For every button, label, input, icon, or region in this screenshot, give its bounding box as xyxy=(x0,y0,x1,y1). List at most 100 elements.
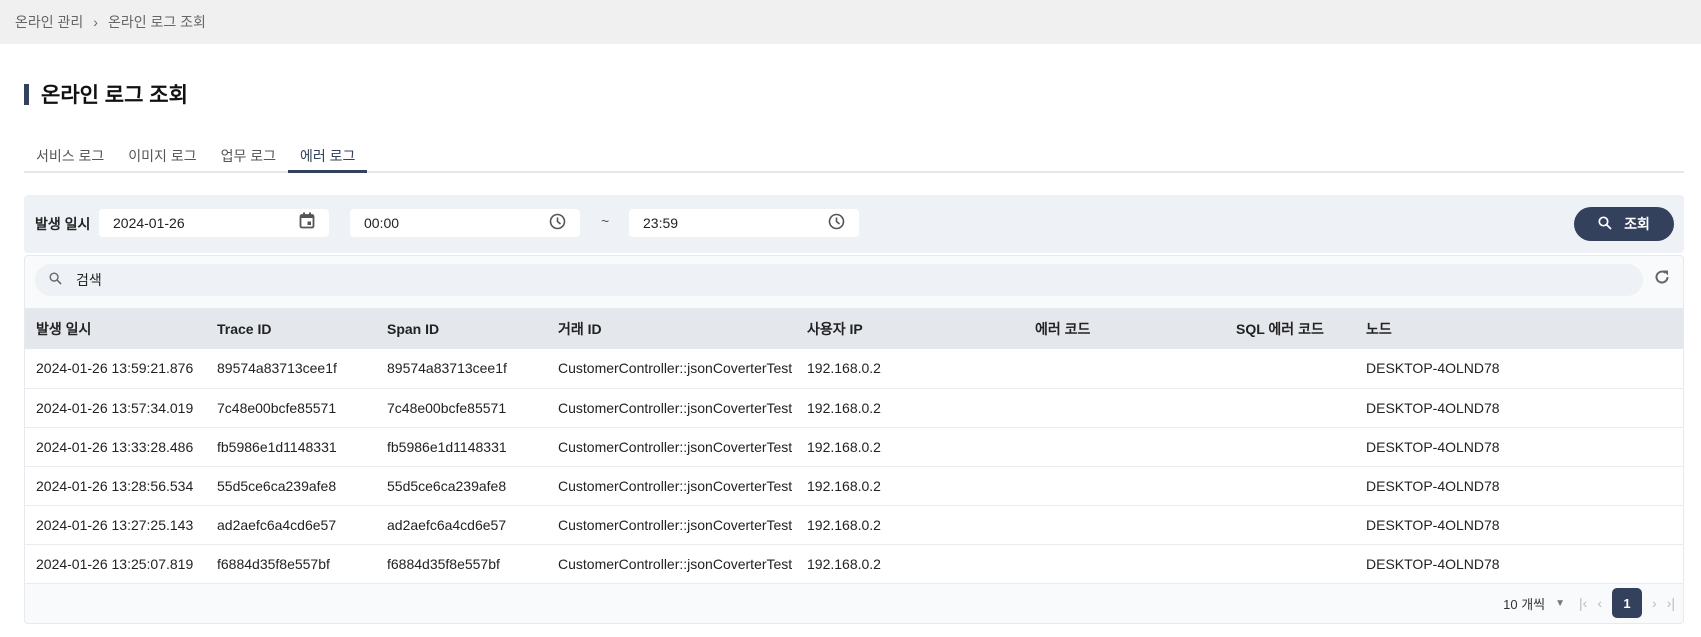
table-cell: 7c48e00bcfe85571 xyxy=(206,388,376,428)
clock-icon[interactable] xyxy=(549,213,566,233)
table-cell xyxy=(1225,544,1355,584)
clock-icon[interactable] xyxy=(828,213,845,233)
last-page-icon[interactable]: ›| xyxy=(1667,595,1675,611)
time-to-value: 23:59 xyxy=(643,215,679,231)
table-cell: 192.168.0.2 xyxy=(796,349,1024,389)
table-cell: fb5986e1d1148331 xyxy=(206,427,376,467)
column-header[interactable]: 거래 ID xyxy=(547,308,796,349)
table-cell: 55d5ce6ca239afe8 xyxy=(206,466,376,506)
table-cell: 192.168.0.2 xyxy=(796,505,1024,545)
table-cell: DESKTOP-4OLND78 xyxy=(1355,349,1683,389)
time-from-input[interactable]: 00:00 xyxy=(350,209,580,237)
table-cell: DESKTOP-4OLND78 xyxy=(1355,427,1683,467)
table-cell: 89574a83713cee1f xyxy=(206,349,376,389)
table-cell: CustomerController::jsonCoverterTest xyxy=(547,349,796,389)
page-size-select[interactable]: 10 개씩 xyxy=(1503,594,1545,613)
table-cell: fb5986e1d1148331 xyxy=(376,427,547,467)
date-value: 2024-01-26 xyxy=(113,215,185,231)
table-cell: 192.168.0.2 xyxy=(796,466,1024,506)
table-cell: DESKTOP-4OLND78 xyxy=(1355,466,1683,506)
tab-business-log[interactable]: 업무 로그 xyxy=(209,144,288,173)
next-page-icon[interactable]: › xyxy=(1652,595,1657,611)
table-cell: CustomerController::jsonCoverterTest xyxy=(547,505,796,545)
table-cell: 192.168.0.2 xyxy=(796,544,1024,584)
caret-down-icon[interactable]: ▼ xyxy=(1555,598,1565,609)
table-cell xyxy=(1225,388,1355,428)
search-input[interactable]: 검색 xyxy=(35,264,1643,296)
table-cell xyxy=(1225,349,1355,389)
time-from-value: 00:00 xyxy=(364,215,400,231)
breadcrumb-item: 온라인 로그 조회 xyxy=(107,14,206,30)
table-cell xyxy=(1024,544,1225,584)
table-cell: 2024-01-26 13:27:25.143 xyxy=(25,505,206,545)
table-cell xyxy=(1225,466,1355,506)
table-cell: 2024-01-26 13:59:21.876 xyxy=(25,349,206,389)
error-log-table: 발생 일시 Trace ID Span ID 거래 ID 사용자 IP 에러 코드 SQL … xyxy=(25,308,1683,584)
table-cell: f6884d35f8e557bf xyxy=(376,544,547,584)
table-cell: DESKTOP-4OLND78 xyxy=(1355,505,1683,545)
date-input[interactable]: 2024-01-26 xyxy=(99,209,329,237)
table-cell: CustomerController::jsonCoverterTest xyxy=(547,544,796,584)
search-icon xyxy=(49,272,62,288)
table-cell: DESKTOP-4OLND78 xyxy=(1355,388,1683,428)
chevron-right-icon: › xyxy=(93,14,98,30)
table-cell xyxy=(1024,466,1225,506)
tab-error-log[interactable]: 에러 로그 xyxy=(288,144,368,173)
search-button[interactable]: 조회 xyxy=(1574,207,1674,241)
column-header[interactable]: Span ID xyxy=(376,308,547,349)
search-icon xyxy=(1598,215,1612,233)
table-row[interactable]: 2024-01-26 13:28:56.534 55d5ce6ca239afe8 5… xyxy=(25,466,1683,506)
page-title-text: 온라인 로그 조회 xyxy=(41,84,188,107)
breadcrumb-item[interactable]: 온라인 관리 xyxy=(15,12,83,32)
table-cell: 192.168.0.2 xyxy=(796,388,1024,428)
table-cell xyxy=(1024,505,1225,545)
column-header[interactable]: SQL 에러 코드 xyxy=(1225,308,1355,349)
column-header[interactable]: 에러 코드 xyxy=(1024,308,1225,349)
time-to-input[interactable]: 23:59 xyxy=(629,209,859,237)
table-cell: 192.168.0.2 xyxy=(796,427,1024,467)
table-row[interactable]: 2024-01-26 13:33:28.486 fb5986e1d1148331 f… xyxy=(25,427,1683,467)
column-header[interactable]: 사용자 IP xyxy=(796,308,1024,349)
table-cell xyxy=(1024,388,1225,428)
table-row[interactable]: 2024-01-26 13:57:34.019 7c48e00bcfe85571 7… xyxy=(25,388,1683,428)
table-cell: 2024-01-26 13:25:07.819 xyxy=(25,544,206,584)
date-label: 발생 일시 xyxy=(35,216,91,232)
refresh-icon[interactable] xyxy=(1653,268,1671,292)
tab-bar: 서비스 로그 이미지 로그 업무 로그 에러 로그 xyxy=(24,144,1684,173)
table-row[interactable]: 2024-01-26 13:59:21.876 89574a83713cee1f 8… xyxy=(25,349,1683,389)
results-card: 검색 발생 일시 Trace ID Span ID 거래 ID 사용자 IP 에러 코드 S… xyxy=(24,255,1684,624)
breadcrumb: 온라인 관리 › 온라인 로그 조회 xyxy=(0,0,1701,44)
table-cell xyxy=(1225,427,1355,467)
column-header[interactable]: 노드 xyxy=(1355,308,1683,349)
column-header[interactable]: 발생 일시 xyxy=(25,308,206,349)
first-page-icon[interactable]: |‹ xyxy=(1579,595,1587,611)
table-cell: DESKTOP-4OLND78 xyxy=(1355,544,1683,584)
table-row[interactable]: 2024-01-26 13:27:25.143 ad2aefc6a4cd6e57 a… xyxy=(25,505,1683,545)
pagination: 10 개씩 ▼ |‹ ‹ 1 › ›| xyxy=(1503,583,1683,623)
filter-panel: 발생 일시 2024-01-26 00:00 ~ 23:59 조회 xyxy=(24,195,1684,253)
table-cell: 7c48e00bcfe85571 xyxy=(376,388,547,428)
range-separator: ~ xyxy=(601,213,610,229)
prev-page-icon[interactable]: ‹ xyxy=(1597,595,1602,611)
tab-service-log[interactable]: 서비스 로그 xyxy=(24,144,116,173)
table-cell: 55d5ce6ca239afe8 xyxy=(376,466,547,506)
table-row[interactable]: 2024-01-26 13:25:07.819 f6884d35f8e557bf f… xyxy=(25,544,1683,584)
table-cell: ad2aefc6a4cd6e57 xyxy=(206,505,376,545)
table-cell: CustomerController::jsonCoverterTest xyxy=(547,427,796,467)
column-header[interactable]: Trace ID xyxy=(206,308,376,349)
search-button-label: 조회 xyxy=(1624,216,1650,232)
table-cell: 2024-01-26 13:57:34.019 xyxy=(25,388,206,428)
table-cell: 2024-01-26 13:28:56.534 xyxy=(25,466,206,506)
table-cell xyxy=(1024,427,1225,467)
calendar-icon[interactable] xyxy=(299,212,315,234)
table-header-row: 발생 일시 Trace ID Span ID 거래 ID 사용자 IP 에러 코드 SQL … xyxy=(25,308,1683,349)
table-cell: ad2aefc6a4cd6e57 xyxy=(376,505,547,545)
table-cell: CustomerController::jsonCoverterTest xyxy=(547,388,796,428)
table-cell xyxy=(1225,505,1355,545)
page-title: 온라인 로그 조회 xyxy=(24,79,188,109)
tab-image-log[interactable]: 이미지 로그 xyxy=(116,144,208,173)
table-cell: 2024-01-26 13:33:28.486 xyxy=(25,427,206,467)
title-accent-bar xyxy=(24,83,29,105)
table-cell xyxy=(1024,349,1225,389)
page-button-current[interactable]: 1 xyxy=(1612,588,1643,618)
